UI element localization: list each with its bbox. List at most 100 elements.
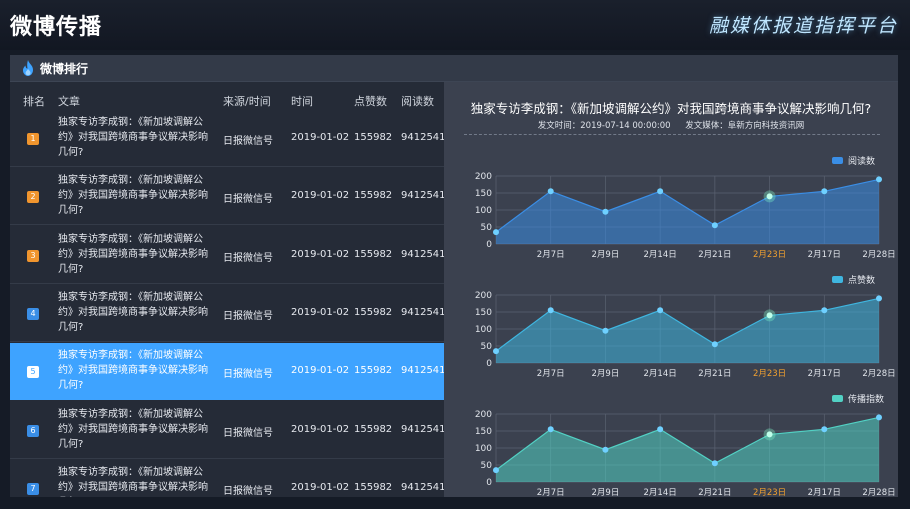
likes-cell: 155982 <box>354 365 393 377</box>
x-tick-label: 2月7日 <box>537 250 565 260</box>
publish-time-value: 2019-07-14 00:00:00 <box>580 121 671 131</box>
spread-index-chart: 0 50 100 150 200 2月7日 2月9日 2月14日 2月21日 2月23日 2月17日… <box>475 393 896 498</box>
source-cell: 日报微信号 <box>223 427 273 439</box>
data-point[interactable] <box>547 188 554 195</box>
rank-badge: 7 <box>27 482 39 495</box>
table-row[interactable]: 1 独家专访李成钢：《新加坡调解公约》对我国跨境商事争议解决影响几何? 日报微信号 2… <box>10 110 444 167</box>
x-tick-label: 2月9日 <box>592 488 620 498</box>
data-point[interactable] <box>876 176 882 183</box>
column-header-likes: 点赞数 <box>354 95 387 108</box>
date-cell: 2019-01-02 <box>291 132 350 143</box>
detail-divider <box>464 134 880 135</box>
legend-label[interactable]: 传播指数 <box>848 393 884 405</box>
column-header-source: 来源/时间 <box>223 95 271 108</box>
legend-swatch <box>832 395 843 402</box>
data-point[interactable] <box>766 312 773 319</box>
data-point[interactable] <box>657 426 664 433</box>
y-tick-label: 100 <box>475 444 492 454</box>
article-title[interactable]: 独家专访李成钢：《新加坡调解公约》对我国跨境商事争议解决影响几何? <box>58 173 210 218</box>
table-row[interactable]: 4 独家专访李成钢：《新加坡调解公约》对我国跨境商事争议解决影响几何? 日报微信号 2… <box>10 285 444 342</box>
data-point[interactable] <box>547 307 554 314</box>
date-cell: 2019-01-02 <box>291 306 350 318</box>
y-tick-label: 0 <box>486 478 492 488</box>
data-point[interactable] <box>821 426 828 433</box>
column-header-article: 文章 <box>58 95 80 108</box>
top-bar: 微博传播 融媒体报道指挥平台 <box>0 0 910 50</box>
data-point[interactable] <box>602 446 609 453</box>
data-point[interactable] <box>876 414 882 421</box>
x-tick-label: 2月9日 <box>592 250 620 260</box>
x-tick-label: 2月28日 <box>862 488 895 498</box>
data-point[interactable] <box>711 460 718 467</box>
x-tick-label: 2月23日 <box>753 488 786 498</box>
article-title[interactable]: 独家专访李成钢：《新加坡调解公约》对我国跨境商事争议解决影响几何? <box>58 290 210 335</box>
table-row[interactable]: 3 独家专访李成钢：《新加坡调解公约》对我国跨境商事争议解决影响几何? 日报微信号 2… <box>10 227 444 284</box>
data-point[interactable] <box>766 431 773 438</box>
table-row[interactable]: 6 独家专访李成钢：《新加坡调解公约》对我国跨境商事争议解决影响几何? 日报微信号 2… <box>10 402 444 459</box>
data-point[interactable] <box>876 295 882 302</box>
y-tick-label: 50 <box>481 461 493 471</box>
data-point[interactable] <box>602 327 609 334</box>
data-point[interactable] <box>657 307 664 314</box>
rank-badge: 1 <box>27 133 39 145</box>
article-title[interactable]: 独家专访李成钢：《新加坡调解公约》对我国跨境商事争议解决影响几何? <box>58 348 210 393</box>
x-tick-label: 2月14日 <box>644 369 677 379</box>
article-title[interactable]: 独家专访李成钢：《新加坡调解公约》对我国跨境商事争议解决影响几何? <box>58 232 210 277</box>
x-tick-label: 2月14日 <box>644 250 677 260</box>
publish-media: 发文媒体：阜新方向科技资讯网 <box>685 121 804 131</box>
y-tick-label: 0 <box>486 240 492 250</box>
rank-badge: 6 <box>27 424 39 437</box>
x-tick-label: 2月28日 <box>862 369 895 379</box>
x-tick-label: 2月23日 <box>753 250 786 260</box>
data-point[interactable] <box>602 208 609 215</box>
ranking-table: 排名 文章 来源/时间 时间 点赞数 阅读数 1 独家专访李成钢：《新加坡调解公约… <box>10 88 444 497</box>
brand-title: 融媒体报道指挥平台 <box>708 15 898 37</box>
data-point[interactable] <box>821 307 828 314</box>
likes-cell: 155982 <box>354 248 393 260</box>
x-tick-label: 2月17日 <box>808 488 841 498</box>
y-tick-label: 200 <box>475 291 492 301</box>
data-point[interactable] <box>821 188 828 195</box>
article-title[interactable]: 独家专访李成钢：《新加坡调解公约》对我国跨境商事争议解决影响几何? <box>58 465 210 497</box>
rank-badge: 2 <box>27 191 39 204</box>
article-title[interactable]: 独家专访李成钢：《新加坡调解公约》对我国跨境商事争议解决影响几何? <box>58 115 210 160</box>
y-tick-label: 50 <box>481 223 493 233</box>
article-title[interactable]: 独家专访李成钢：《新加坡调解公约》对我国跨境商事争议解决影响几何? <box>58 407 210 452</box>
reads-cell: 9412541 <box>401 423 444 435</box>
reads-cell: 9412541 <box>401 481 444 493</box>
reads-cell: 9412541 <box>401 132 444 143</box>
likes-cell: 155982 <box>354 481 393 493</box>
legend-swatch <box>832 276 843 283</box>
x-tick-label: 2月9日 <box>592 369 620 379</box>
table-row[interactable]: 5 独家专访李成钢：《新加坡调解公约》对我国跨境商事争议解决影响几何? 日报微信号 2… <box>10 343 444 401</box>
legend-label[interactable]: 阅读数 <box>848 155 875 167</box>
date-cell: 2019-01-02 <box>291 365 350 377</box>
source-cell: 日报微信号 <box>223 252 273 264</box>
y-tick-label: 100 <box>475 325 492 335</box>
x-tick-label: 2月7日 <box>537 369 565 379</box>
data-point[interactable] <box>766 193 773 200</box>
y-tick-label: 0 <box>486 359 492 369</box>
likes-cell: 155982 <box>354 132 393 143</box>
reads-cell: 9412541 <box>401 248 444 260</box>
y-tick-label: 100 <box>475 206 492 216</box>
data-point[interactable] <box>493 467 499 474</box>
date-cell: 2019-01-02 <box>291 190 350 202</box>
rank-badge: 4 <box>27 307 39 320</box>
data-point[interactable] <box>547 426 554 433</box>
data-point[interactable] <box>657 188 664 195</box>
data-point[interactable] <box>711 341 718 348</box>
column-header-reads: 阅读数 <box>401 95 434 108</box>
panel-header: 微博排行 <box>10 55 898 82</box>
reads-chart: 0 50 100 150 200 2月7日 2月9日 2月14日 2月21日 2月23日 2月17日… <box>475 155 896 260</box>
table-row[interactable]: 2 独家专访李成钢：《新加坡调解公约》对我国跨境商事争议解决影响几何? 日报微信号 2… <box>10 168 444 226</box>
table-row[interactable]: 7 独家专访李成钢：《新加坡调解公约》对我国跨境商事争议解决影响几何? 日报微信号 2… <box>10 460 444 497</box>
likes-cell: 155982 <box>354 306 393 318</box>
data-point[interactable] <box>493 348 499 355</box>
page-title: 微博传播 <box>10 15 103 40</box>
x-tick-label: 2月7日 <box>537 488 565 498</box>
reads-area <box>496 179 879 244</box>
data-point[interactable] <box>711 222 718 229</box>
data-point[interactable] <box>493 229 499 236</box>
legend-label[interactable]: 点赞数 <box>848 274 875 286</box>
